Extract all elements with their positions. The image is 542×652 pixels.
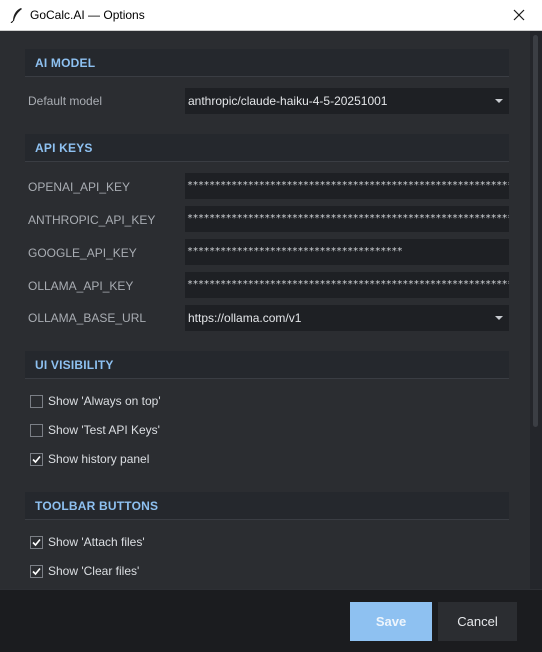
anthropic-key-label: ANTHROPIC_API_KEY xyxy=(28,213,156,227)
section-title: API KEYS xyxy=(35,141,93,155)
checkbox-label: Show 'Attach files' xyxy=(48,535,145,549)
test-api-keys-checkbox[interactable] xyxy=(30,424,43,437)
google-key-field[interactable]: *************************************** xyxy=(185,239,509,265)
section-ui-visibility: UI VISIBILITY xyxy=(25,351,509,379)
ollama-key-label: OLLAMA_API_KEY xyxy=(28,279,134,293)
section-toolbar-buttons: TOOLBAR BUTTONS xyxy=(25,492,509,520)
section-title: AI MODEL xyxy=(35,56,96,70)
close-icon xyxy=(513,9,525,21)
default-model-label: Default model xyxy=(28,94,103,108)
openai-key-label: OPENAI_API_KEY xyxy=(28,180,131,194)
ollama-base-url-label: OLLAMA_BASE_URL xyxy=(28,311,147,325)
checkmark-icon xyxy=(32,455,41,464)
checkmark-icon xyxy=(32,538,41,547)
vertical-scrollbar[interactable] xyxy=(530,31,542,589)
chevron-down-icon xyxy=(495,316,503,320)
options-content: AI MODEL Default model anthropic/claude-… xyxy=(0,31,530,589)
section-title: TOOLBAR BUTTONS xyxy=(35,499,159,513)
checkbox-label: Show 'Clear files' xyxy=(48,564,140,578)
clear-files-checkbox[interactable] xyxy=(30,565,43,578)
checkbox-label: Show history panel xyxy=(48,452,150,466)
ollama-key-value: ****************************************… xyxy=(187,279,509,290)
section-ai-model: AI MODEL xyxy=(25,49,509,77)
cancel-button[interactable]: Cancel xyxy=(438,602,517,641)
attach-files-checkbox[interactable] xyxy=(30,536,43,549)
anthropic-key-field[interactable]: ****************************************… xyxy=(185,206,509,232)
window-title: GoCalc.AI — Options xyxy=(30,8,145,22)
section-api-keys: API KEYS xyxy=(25,134,509,162)
checkbox-label: Show 'Test API Keys' xyxy=(48,423,160,437)
default-model-value: anthropic/claude-haiku-4-5-20251001 xyxy=(188,94,388,108)
ollama-base-url-select[interactable]: https://ollama.com/v1 xyxy=(185,305,509,331)
checkmark-icon xyxy=(32,567,41,576)
save-button[interactable]: Save xyxy=(350,602,432,641)
always-on-top-checkbox[interactable] xyxy=(30,395,43,408)
close-button[interactable] xyxy=(496,0,542,31)
section-title: UI VISIBILITY xyxy=(35,358,114,372)
anthropic-key-value: ****************************************… xyxy=(187,213,509,224)
scrollbar-thumb[interactable] xyxy=(533,35,538,427)
ollama-base-url-value: https://ollama.com/v1 xyxy=(188,311,302,325)
google-key-value: *************************************** xyxy=(187,246,403,257)
google-key-label: GOOGLE_API_KEY xyxy=(28,246,137,260)
openai-key-value: ****************************************… xyxy=(187,180,509,191)
dialog-footer: Save Cancel xyxy=(0,589,542,652)
feather-icon xyxy=(10,7,24,24)
default-model-select[interactable]: anthropic/claude-haiku-4-5-20251001 xyxy=(185,88,509,114)
title-bar: GoCalc.AI — Options xyxy=(0,0,542,31)
history-panel-checkbox[interactable] xyxy=(30,453,43,466)
openai-key-field[interactable]: ****************************************… xyxy=(185,173,509,199)
ollama-key-field[interactable]: ****************************************… xyxy=(185,272,509,298)
checkbox-label: Show 'Always on top' xyxy=(48,394,161,408)
chevron-down-icon xyxy=(495,99,503,103)
